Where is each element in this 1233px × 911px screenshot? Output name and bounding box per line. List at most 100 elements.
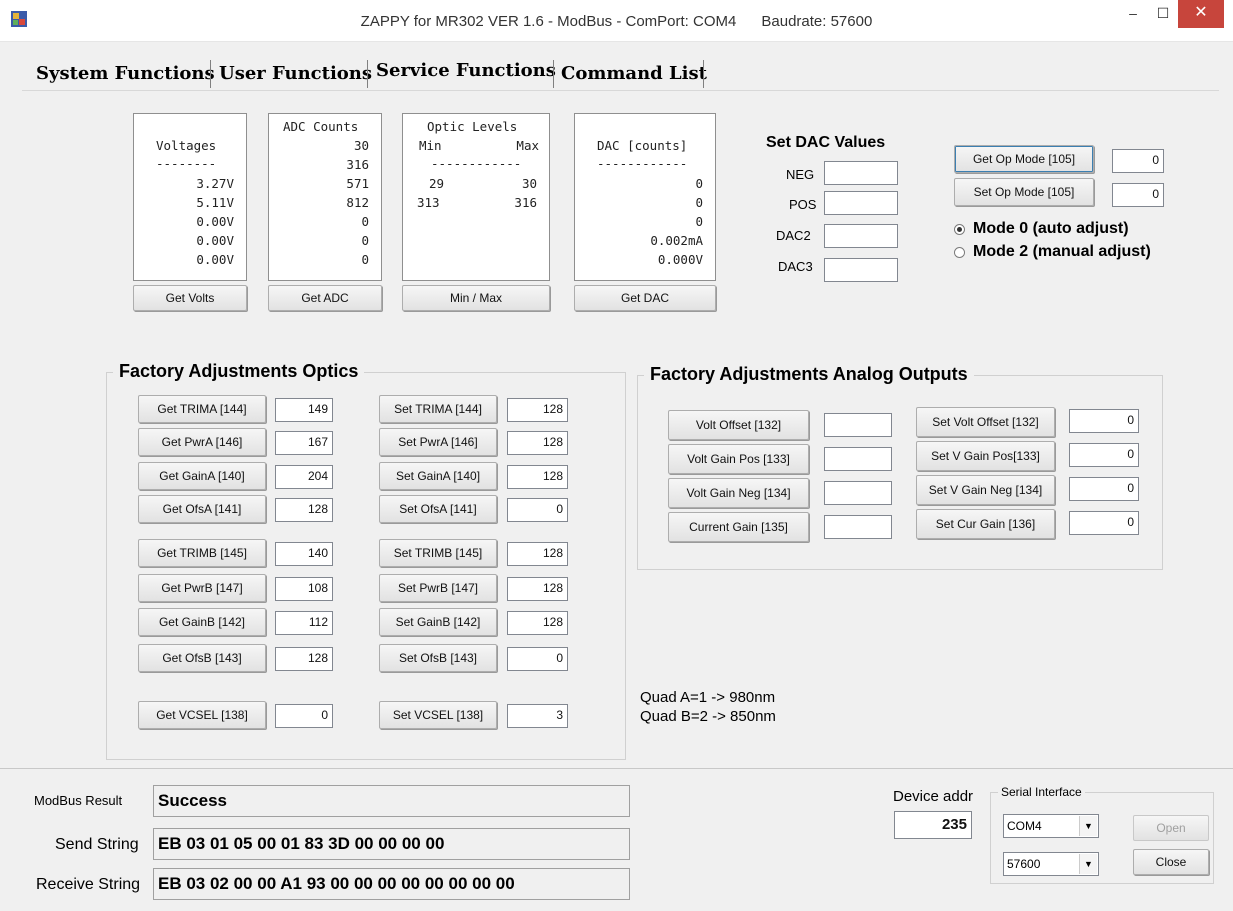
optics-get-value[interactable]: 140 — [275, 542, 333, 566]
optics-set-button[interactable]: Set VCSEL [138] — [379, 701, 497, 729]
optics-set-value[interactable]: 0 — [507, 647, 568, 671]
analog-get-button[interactable]: Current Gain [135] — [668, 512, 809, 542]
analog-set-button[interactable]: Set Volt Offset [132] — [916, 407, 1055, 437]
mode-2-radio[interactable]: Mode 2 (manual adjust) — [954, 243, 1151, 261]
adc-value: 316 — [346, 157, 369, 172]
maximize-icon: ☐ — [1156, 5, 1170, 21]
get-dac-button[interactable]: Get DAC — [574, 285, 716, 311]
optics-set-value[interactable]: 128 — [507, 542, 568, 566]
optics-set-value[interactable]: 128 — [507, 431, 568, 455]
optics-get-value[interactable]: 112 — [275, 611, 333, 635]
voltages-readout: Voltages -------- 3.27V 5.11V 0.00V 0.00… — [133, 113, 247, 281]
optics-get-value[interactable]: 204 — [275, 465, 333, 489]
optics-set-button[interactable]: Set PwrB [147] — [379, 574, 497, 602]
neg-input[interactable] — [824, 161, 898, 185]
optics-set-value[interactable]: 128 — [507, 577, 568, 601]
optics-get-value[interactable]: 167 — [275, 431, 333, 455]
com-port-select[interactable]: COM4 ▼ — [1003, 814, 1099, 838]
optics-get-value[interactable]: 128 — [275, 498, 333, 522]
optics-get-button[interactable]: Get TRIMA [144] — [138, 395, 266, 423]
modbus-result-label: ModBus Result — [34, 793, 123, 808]
quad-a-note: Quad A=1 -> 980nm — [640, 689, 776, 706]
tab-divider — [367, 60, 368, 88]
dac2-input[interactable] — [824, 224, 898, 248]
voltage-value: 5.11V — [196, 195, 234, 210]
optics-get-button[interactable]: Get TRIMB [145] — [138, 539, 266, 567]
get-adc-button[interactable]: Get ADC — [268, 285, 382, 311]
close-button[interactable]: ✕ — [1178, 0, 1224, 28]
analog-get-value[interactable] — [824, 515, 892, 539]
pos-label: POS — [789, 197, 817, 212]
voltage-value: 0.00V — [196, 214, 234, 229]
optics-set-button[interactable]: Set GainB [142] — [379, 608, 497, 636]
maximize-button[interactable]: ☐ — [1148, 0, 1178, 28]
analog-set-value[interactable]: 0 — [1069, 511, 1139, 535]
pos-input[interactable] — [824, 191, 898, 215]
analog-get-button[interactable]: Volt Offset [132] — [668, 410, 809, 440]
optics-get-value[interactable]: 108 — [275, 577, 333, 601]
analog-set-value[interactable]: 0 — [1069, 409, 1139, 433]
optics-get-button[interactable]: Get OfsB [143] — [138, 644, 266, 672]
optics-get-button[interactable]: Get GainB [142] — [138, 608, 266, 636]
baud-rate-select[interactable]: 57600 ▼ — [1003, 852, 1099, 876]
voltage-value: 0.00V — [196, 252, 234, 267]
baud-rate-value: 57600 — [1007, 857, 1041, 871]
optics-set-button[interactable]: Set TRIMA [144] — [379, 395, 497, 423]
analog-set-button[interactable]: Set V Gain Pos[133] — [916, 441, 1055, 471]
analog-get-value[interactable] — [824, 447, 892, 471]
receive-string-label: Receive String — [36, 876, 141, 893]
get-volts-button[interactable]: Get Volts — [133, 285, 247, 311]
voltage-value: 0.00V — [196, 233, 234, 248]
mode-0-radio[interactable]: Mode 0 (auto adjust) — [954, 220, 1129, 238]
open-button[interactable]: Open — [1133, 815, 1209, 841]
optics-set-value[interactable]: 128 — [507, 611, 568, 635]
tab-system-functions[interactable]: System Functions — [36, 58, 215, 90]
optics-set-button[interactable]: Set PwrA [146] — [379, 428, 497, 456]
min-max-button[interactable]: Min / Max — [402, 285, 550, 311]
quad-notes: Quad A=1 -> 980nm Quad B=2 -> 850nm — [640, 688, 776, 726]
get-op-mode-value[interactable]: 0 — [1112, 149, 1164, 173]
analog-set-button[interactable]: Set V Gain Neg [134] — [916, 475, 1055, 505]
adc-readout: ADC Counts 30 316 571 812 0 0 0 — [268, 113, 382, 281]
analog-set-value[interactable]: 0 — [1069, 443, 1139, 467]
tab-user-functions[interactable]: User Functions — [219, 58, 372, 90]
voltages-separator: -------- — [156, 156, 217, 171]
optics-get-button[interactable]: Get VCSEL [138] — [138, 701, 266, 729]
optics-get-value[interactable]: 149 — [275, 398, 333, 422]
adc-value: 0 — [361, 214, 369, 229]
get-op-mode-button[interactable]: Get Op Mode [105] — [954, 145, 1094, 173]
tab-divider — [553, 60, 554, 88]
optics-set-button[interactable]: Set TRIMB [145] — [379, 539, 497, 567]
optics-get-button[interactable]: Get GainA [140] — [138, 462, 266, 490]
analog-get-value[interactable] — [824, 413, 892, 437]
optics-set-value[interactable]: 0 — [507, 498, 568, 522]
close-port-button[interactable]: Close — [1133, 849, 1209, 875]
analog-set-button[interactable]: Set Cur Gain [136] — [916, 509, 1055, 539]
optics-set-button[interactable]: Set OfsA [141] — [379, 495, 497, 523]
device-addr-input[interactable]: 235 — [894, 811, 972, 839]
dac3-label: DAC3 — [778, 259, 813, 274]
chevron-down-icon: ▼ — [1079, 854, 1097, 874]
tab-service-functions[interactable]: Service Functions — [376, 55, 556, 87]
analog-get-button[interactable]: Volt Gain Neg [134] — [668, 478, 809, 508]
optics-set-button[interactable]: Set OfsB [143] — [379, 644, 497, 672]
optics-get-value[interactable]: 128 — [275, 647, 333, 671]
analog-get-value[interactable] — [824, 481, 892, 505]
set-op-mode-value[interactable]: 0 — [1112, 183, 1164, 207]
optics-get-button[interactable]: Get PwrA [146] — [138, 428, 266, 456]
serial-interface-title: Serial Interface — [998, 785, 1085, 799]
optics-set-button[interactable]: Set GainA [140] — [379, 462, 497, 490]
minimize-button[interactable]: – — [1118, 0, 1148, 28]
dac3-input[interactable] — [824, 258, 898, 282]
tab-command-list[interactable]: Command List — [561, 58, 707, 90]
optics-get-button[interactable]: Get PwrB [147] — [138, 574, 266, 602]
optics-set-value[interactable]: 128 — [507, 465, 568, 489]
analog-set-value[interactable]: 0 — [1069, 477, 1139, 501]
dac-value: 0 — [695, 176, 703, 191]
optics-set-value[interactable]: 128 — [507, 398, 568, 422]
optics-set-value[interactable]: 3 — [507, 704, 568, 728]
optics-get-button[interactable]: Get OfsA [141] — [138, 495, 266, 523]
analog-get-button[interactable]: Volt Gain Pos [133] — [668, 444, 809, 474]
set-op-mode-button[interactable]: Set Op Mode [105] — [954, 178, 1094, 206]
optics-get-value[interactable]: 0 — [275, 704, 333, 728]
